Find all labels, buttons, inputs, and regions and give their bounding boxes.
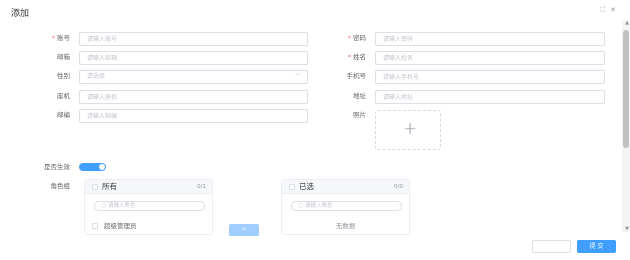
transfer-left-filter[interactable]: ○ 请输入角色 xyxy=(94,201,205,211)
required-mark: * xyxy=(347,53,351,61)
submit-button[interactable]: 提 交 xyxy=(577,240,616,253)
name-input[interactable] xyxy=(375,51,605,65)
switch-knob xyxy=(99,164,105,170)
dialog-header-actions: ⛶ ✕ xyxy=(600,6,616,15)
scroll-up-icon[interactable]: ▲ xyxy=(625,20,629,26)
transfer-right-header: 已选 0/0 xyxy=(282,180,409,194)
phone-input[interactable] xyxy=(79,90,308,104)
mobile-input[interactable] xyxy=(375,70,605,84)
select-all-checkbox[interactable] xyxy=(289,184,295,190)
gender-select-placeholder: 请选择 xyxy=(87,73,106,80)
transfer-right-filter[interactable]: ○ 请输入角色 xyxy=(291,201,402,211)
cancel-button[interactable] xyxy=(532,240,571,253)
close-icon[interactable]: ✕ xyxy=(610,6,616,15)
name-label: * 姓名 xyxy=(347,53,366,61)
transfer-right-count: 0/0 xyxy=(394,184,403,190)
address-input[interactable] xyxy=(375,90,605,104)
dialog-title: 添加 xyxy=(11,9,30,19)
transfer-left-panel: 所有 0/1 ○ 请输入角色 超级管理员 xyxy=(84,179,213,235)
required-mark: * xyxy=(347,34,351,42)
add-dialog: 添加 ⛶ ✕ *账号 *密码 邮箱 *姓名 性别 请选择 ﹀ 手机号 座机 地址… xyxy=(0,0,630,260)
roles-label: 角色组 xyxy=(50,182,71,190)
mobile-label: 手机号 xyxy=(346,72,367,80)
transfer-right-empty-text: 无数据 xyxy=(335,222,356,230)
transfer-to-left-button[interactable]: < xyxy=(229,224,259,236)
required-mark: * xyxy=(51,34,55,42)
transfer-item-label: 超级管理员 xyxy=(104,222,137,230)
account-label: * 账号 xyxy=(51,34,70,42)
transfer-right-title: 已选 xyxy=(299,182,314,191)
gender-select[interactable]: 请选择 ﹀ xyxy=(79,70,308,84)
fullscreen-icon[interactable]: ⛶ xyxy=(600,6,605,15)
transfer-left-count: 0/1 xyxy=(197,184,206,190)
scroll-down-icon[interactable]: ▼ xyxy=(625,226,629,232)
phone-label: 座机 xyxy=(57,92,70,100)
enabled-switch[interactable] xyxy=(79,163,106,171)
photo-label: 照片 xyxy=(353,111,366,119)
transfer-item-super-admin[interactable]: 超级管理员 xyxy=(92,220,137,232)
transfer-left-title: 所有 xyxy=(102,182,117,191)
scrollbar-thumb[interactable] xyxy=(623,30,629,148)
select-all-checkbox[interactable] xyxy=(92,184,98,190)
item-checkbox[interactable] xyxy=(92,223,98,229)
account-input[interactable] xyxy=(79,32,308,46)
photo-uploader[interactable]: + xyxy=(375,110,441,150)
dialog-scrollbar[interactable] xyxy=(622,20,630,232)
email-input[interactable] xyxy=(79,51,308,65)
chevron-down-icon: ﹀ xyxy=(294,73,301,80)
search-icon: ○ xyxy=(298,202,304,209)
gender-label: 性别 xyxy=(57,72,70,80)
transfer-right-filter-placeholder: 请输入角色 xyxy=(305,203,333,209)
postcode-input[interactable] xyxy=(79,109,308,123)
transfer-left-header: 所有 0/1 xyxy=(85,180,212,194)
email-label: 邮箱 xyxy=(57,53,70,61)
search-icon: ○ xyxy=(101,202,107,209)
postcode-label: 邮编 xyxy=(57,111,70,119)
password-label: * 密码 xyxy=(347,34,366,42)
enabled-label: 是否生效 xyxy=(44,163,70,171)
plus-icon: + xyxy=(403,119,418,139)
address-label: 地址 xyxy=(353,92,366,100)
transfer-right-panel: 已选 0/0 ○ 请输入角色 无数据 xyxy=(281,179,410,235)
password-input[interactable] xyxy=(375,32,605,46)
transfer-left-filter-placeholder: 请输入角色 xyxy=(108,203,136,209)
